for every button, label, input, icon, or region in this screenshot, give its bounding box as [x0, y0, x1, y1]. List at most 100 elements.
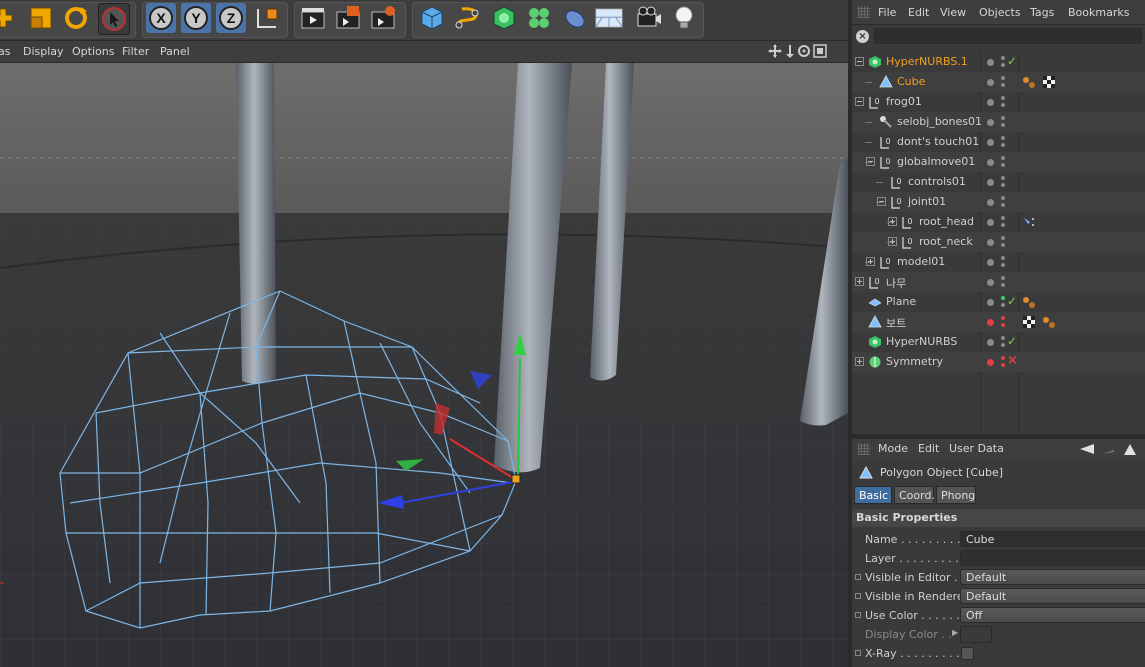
render-visibility-dot[interactable]	[1001, 323, 1005, 327]
layer-field[interactable]	[960, 550, 1145, 566]
y-axis-lock-icon[interactable]: Y	[181, 3, 211, 33]
expand-icon[interactable]	[888, 237, 897, 246]
render-visibility-dot[interactable]	[1001, 363, 1005, 367]
menu-edit[interactable]: Edit	[908, 6, 929, 19]
object-row[interactable]: 0 root_neck	[852, 232, 1145, 252]
render-settings-icon[interactable]	[368, 3, 398, 33]
layer-dot[interactable]	[987, 259, 994, 266]
forward-arrow-icon[interactable]	[1102, 450, 1114, 454]
editor-visibility-dot[interactable]	[1001, 56, 1005, 60]
enabled-check-icon[interactable]: ✓	[1007, 294, 1017, 308]
layer-dot[interactable]	[987, 59, 994, 66]
object-row[interactable]: 0 나무	[852, 272, 1145, 292]
expand-icon[interactable]	[866, 257, 875, 266]
expand-icon[interactable]	[888, 217, 897, 226]
cube-object-icon[interactable]	[417, 3, 447, 33]
object-name[interactable]: Cube	[897, 75, 925, 88]
collapse-icon[interactable]	[866, 157, 875, 166]
render-visibility-dot[interactable]	[1001, 63, 1005, 67]
x-ray-checkbox[interactable]	[961, 647, 974, 660]
layer-dot[interactable]	[987, 139, 994, 146]
deformer-icon[interactable]	[560, 3, 590, 33]
animation-keyframe-toggle[interactable]	[855, 574, 861, 580]
object-name[interactable]: Plane	[886, 295, 916, 308]
visible-in-renderer-dropdown[interactable]: Default	[960, 588, 1145, 604]
material-tag-icon[interactable]	[1022, 75, 1036, 89]
object-name[interactable]: HyperNURBS	[886, 335, 957, 348]
texture-tag-icon[interactable]	[1022, 315, 1036, 329]
layer-dot[interactable]	[987, 339, 994, 346]
coordinate-system-icon[interactable]	[252, 3, 282, 33]
render-visibility-dot[interactable]	[1001, 123, 1005, 127]
collapse-icon[interactable]	[877, 197, 886, 206]
object-row[interactable]: 보트	[852, 312, 1145, 332]
material-tag-icon[interactable]	[1022, 295, 1036, 309]
object-row[interactable]: 0 globalmove01	[852, 152, 1145, 172]
menu-objects[interactable]: Objects	[979, 6, 1021, 19]
editor-visibility-dot[interactable]	[1001, 256, 1005, 260]
object-row[interactable]: 0 frog01	[852, 92, 1145, 112]
animation-keyframe-toggle[interactable]	[855, 593, 861, 599]
editor-visibility-dot[interactable]	[1001, 216, 1005, 220]
enabled-check-icon[interactable]: ✓	[1007, 334, 1017, 348]
layer-dot[interactable]	[987, 179, 994, 186]
layer-dot[interactable]	[987, 239, 994, 246]
object-row[interactable]: 0 dont's touch01	[852, 132, 1145, 152]
object-name[interactable]: model01	[897, 255, 945, 268]
name-field[interactable]: Cube	[960, 531, 1145, 547]
rotate-tool-icon[interactable]	[61, 3, 91, 33]
animation-keyframe-toggle[interactable]	[855, 650, 861, 656]
layer-dot[interactable]	[987, 119, 994, 126]
close-search-icon[interactable]: ×	[856, 30, 869, 43]
ik-tag-icon[interactable]	[1022, 215, 1036, 229]
render-visibility-dot[interactable]	[1001, 83, 1005, 87]
material-tag-icon[interactable]	[1042, 315, 1056, 329]
expand-icon[interactable]	[855, 277, 864, 286]
render-visibility-dot[interactable]	[1001, 103, 1005, 107]
object-name[interactable]: 보트	[886, 315, 906, 331]
object-name[interactable]: controls01	[908, 175, 966, 188]
editor-visibility-dot[interactable]	[1001, 76, 1005, 80]
object-row[interactable]: HyperNURBS.1 ✓	[852, 52, 1145, 72]
layer-dot[interactable]	[987, 299, 994, 306]
layer-dot[interactable]	[987, 279, 994, 286]
object-name[interactable]: frog01	[886, 95, 922, 108]
editor-visibility-dot[interactable]	[1001, 136, 1005, 140]
object-row[interactable]: Plane ✓	[852, 292, 1145, 312]
object-name[interactable]: HyperNURBS.1	[886, 55, 968, 68]
object-name[interactable]: globalmove01	[897, 155, 975, 168]
object-name[interactable]: dont's touch01	[897, 135, 979, 148]
object-name[interactable]: root_head	[919, 215, 974, 228]
object-row[interactable]: HyperNURBS ✓	[852, 332, 1145, 352]
object-row[interactable]: 0 controls01	[852, 172, 1145, 192]
back-arrow-icon[interactable]	[1080, 444, 1094, 454]
expand-color-icon[interactable]: ▶	[952, 628, 958, 637]
editor-visibility-dot[interactable]	[1001, 196, 1005, 200]
subdivision-nurbs-icon[interactable]	[489, 3, 519, 33]
viewport-menu-display[interactable]: Display	[23, 45, 64, 58]
editor-visibility-dot[interactable]	[1001, 176, 1005, 180]
light-object-icon[interactable]	[669, 3, 699, 33]
scale-tool-icon[interactable]	[26, 3, 56, 33]
live-selection-icon[interactable]	[98, 3, 130, 35]
spline-object-icon[interactable]	[452, 3, 482, 33]
object-row[interactable]: 0 model01	[852, 252, 1145, 272]
3d-viewport[interactable]	[0, 63, 848, 667]
editor-visibility-dot[interactable]	[1001, 296, 1005, 300]
render-visibility-dot[interactable]	[1001, 303, 1005, 307]
render-visibility-dot[interactable]	[1001, 343, 1005, 347]
object-name[interactable]: root_neck	[919, 235, 973, 248]
render-visibility-dot[interactable]	[1001, 223, 1005, 227]
menu-bookmarks[interactable]: Bookmarks	[1068, 6, 1129, 19]
menu-tags[interactable]: Tags	[1030, 6, 1054, 19]
up-arrow-icon[interactable]	[1124, 444, 1136, 455]
layer-dot[interactable]	[987, 319, 994, 326]
maximize-view-icon[interactable]	[813, 44, 827, 58]
layer-dot[interactable]	[987, 159, 994, 166]
object-row[interactable]: Cube	[852, 72, 1145, 92]
texture-tag-icon[interactable]	[1042, 75, 1056, 89]
editor-visibility-dot[interactable]	[1001, 116, 1005, 120]
animation-keyframe-toggle[interactable]	[855, 612, 861, 618]
render-visibility-dot[interactable]	[1001, 203, 1005, 207]
object-row[interactable]: Symmetry ×	[852, 352, 1145, 372]
